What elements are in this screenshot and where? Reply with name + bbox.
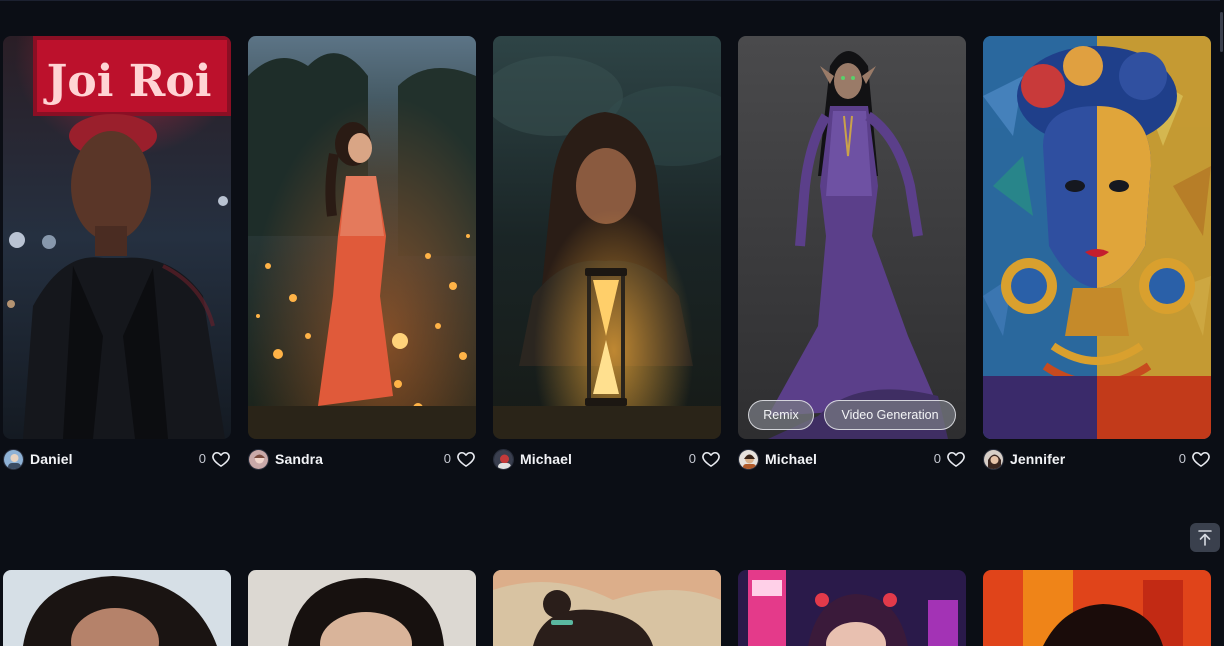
like-count: 0: [933, 451, 941, 466]
avatar[interactable]: [3, 449, 24, 470]
card-meta: Michael 0: [493, 448, 721, 472]
like-count: 0: [198, 451, 206, 466]
video-generation-button[interactable]: Video Generation: [824, 400, 956, 430]
card-image[interactable]: Remix Video Generation: [738, 36, 966, 439]
card-image[interactable]: [248, 36, 476, 439]
back-to-top-button[interactable]: [1190, 523, 1220, 552]
image-feed-grid: Joi Roi Daniel 0 Sandra 0 Michael 0 Remi…: [0, 0, 1224, 646]
svg-text:Joi Roi: Joi Roi: [43, 56, 212, 107]
like-count: 0: [443, 451, 451, 466]
remix-button[interactable]: Remix: [748, 400, 814, 430]
card-meta: Daniel 0: [3, 448, 231, 472]
card-meta: Michael 0: [738, 448, 966, 472]
author-name[interactable]: Jennifer: [1010, 451, 1065, 467]
avatar[interactable]: [983, 449, 1004, 470]
like-count: 0: [1178, 451, 1186, 466]
card-meta: Jennifer 0: [983, 448, 1211, 472]
card-image[interactable]: [983, 570, 1211, 646]
avatar[interactable]: [248, 449, 269, 470]
like-count: 0: [688, 451, 696, 466]
heart-icon[interactable]: [211, 449, 231, 469]
heart-icon[interactable]: [456, 449, 476, 469]
heart-icon[interactable]: [1191, 449, 1211, 469]
card-image[interactable]: [493, 570, 721, 646]
card-image[interactable]: [983, 36, 1211, 439]
heart-icon[interactable]: [701, 449, 721, 469]
avatar[interactable]: [738, 449, 759, 470]
card-meta: Sandra 0: [248, 448, 476, 472]
card-image[interactable]: [738, 570, 966, 646]
card-image[interactable]: Joi Roi: [3, 36, 231, 439]
author-name[interactable]: Michael: [520, 451, 572, 467]
card-image[interactable]: [3, 570, 231, 646]
arrow-up-to-line-icon: [1198, 530, 1212, 546]
card-image[interactable]: [248, 570, 476, 646]
author-name[interactable]: Michael: [765, 451, 817, 467]
heart-icon[interactable]: [946, 449, 966, 469]
author-name[interactable]: Daniel: [30, 451, 73, 467]
card-image[interactable]: [493, 36, 721, 439]
avatar[interactable]: [493, 449, 514, 470]
author-name[interactable]: Sandra: [275, 451, 323, 467]
